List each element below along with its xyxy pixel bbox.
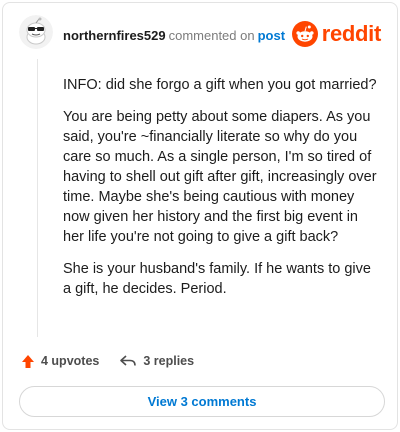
view-comments-button[interactable]: View 3 comments [19, 386, 385, 417]
comment-actions: 4 upvotes 3 replies [21, 351, 214, 371]
comment-card: northernfires529 commented on post reddit … [2, 2, 398, 430]
reddit-wordmark: reddit [321, 21, 382, 46]
replies-button[interactable]: 3 replies [119, 354, 194, 368]
post-link[interactable]: post [258, 28, 285, 43]
comment-body: INFO: did she forgo a gift when you got … [63, 75, 379, 311]
snoo-avatar-icon[interactable] [19, 15, 53, 49]
reddit-brand[interactable]: reddit [291, 19, 382, 49]
comment-paragraph: She is your husband's family. If he want… [63, 261, 371, 297]
upvote-count: 4 upvotes [41, 354, 100, 368]
comment-paragraph: INFO: did she forgo a gift when you got … [63, 77, 377, 93]
commented-on-text: commented on [168, 28, 255, 43]
reply-count: 3 replies [143, 354, 195, 368]
comment-author[interactable]: northernfires529 [63, 28, 166, 43]
reddit-logo-icon [291, 21, 318, 47]
thread-line[interactable] [37, 59, 38, 337]
reply-arrow-icon [120, 355, 137, 366]
upvote-button[interactable]: 4 upvotes [21, 354, 99, 369]
upvote-arrow-icon [22, 354, 34, 368]
author-line: northernfires529 commented on post [63, 28, 285, 43]
comment-header: northernfires529 commented on post reddit [3, 3, 397, 67]
comment-paragraph: You are being petty about some diapers. … [63, 109, 377, 245]
